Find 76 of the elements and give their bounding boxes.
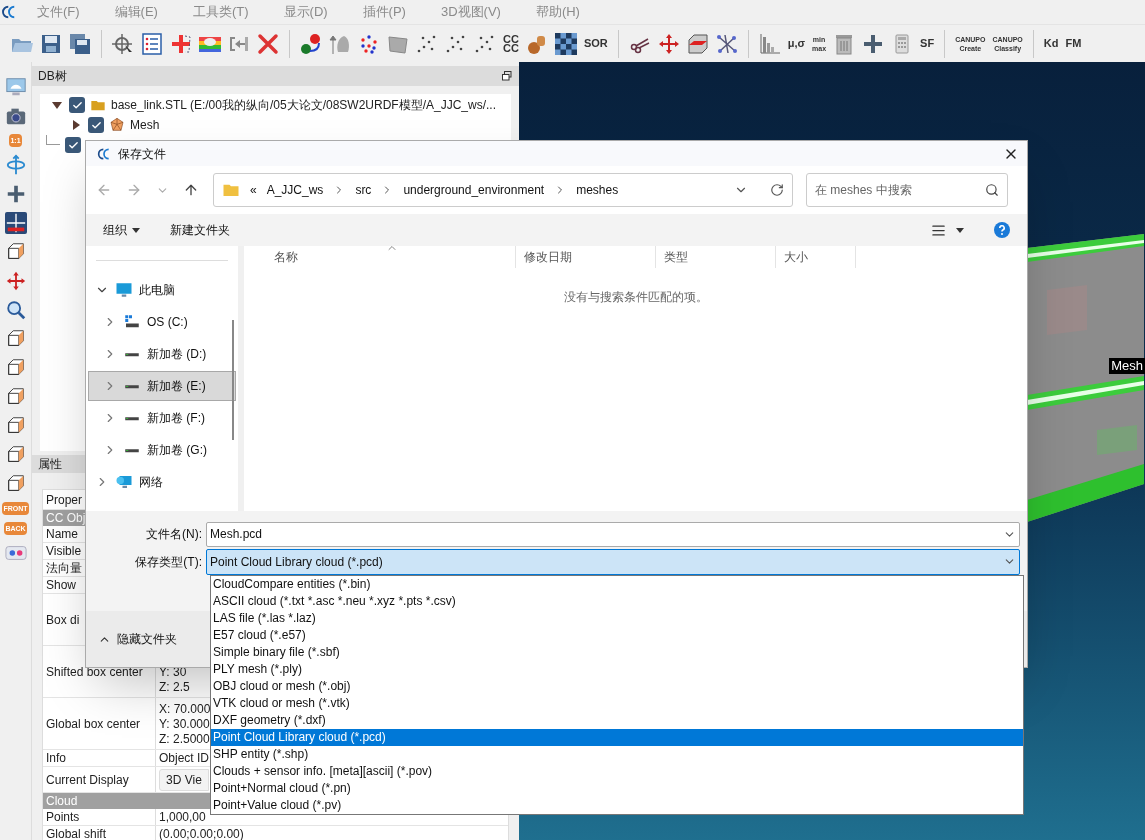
dropdown-option[interactable]: E57 cloud (*.e57) — [211, 627, 1023, 644]
column-header[interactable]: 名称 — [244, 246, 516, 268]
tree-item-label[interactable]: Mesh — [130, 116, 160, 134]
breadcrumb-item[interactable]: A_JJC_ws — [266, 181, 324, 199]
property-value: 1,000,00 — [159, 809, 206, 825]
property-value: Z: 2.5000 — [159, 732, 210, 747]
nav-item[interactable]: 网络 — [88, 467, 236, 497]
dropdown-option[interactable]: OBJ cloud or mesh (*.obj) — [211, 678, 1023, 695]
property-name: Global box center — [46, 715, 141, 733]
nav-item[interactable]: 新加卷 (F:) — [88, 403, 236, 433]
field-label: 保存类型(T): — [134, 553, 203, 571]
property-name: Info — [46, 750, 66, 767]
property-name: Show — [46, 577, 77, 594]
command-button[interactable]: 新建文件夹 — [170, 221, 230, 239]
file-name-field[interactable]: Mesh.pcd — [206, 521, 1020, 547]
nav-item[interactable]: 新加卷 (G:) — [88, 435, 236, 465]
breadcrumb-item[interactable]: src — [355, 181, 372, 199]
command-button[interactable]: 组织 — [103, 221, 140, 239]
object-label: Mesh — [1109, 358, 1145, 374]
property-name: Current Display — [46, 771, 129, 789]
property-name: Points — [46, 809, 80, 826]
dialog-title: 保存文件 — [118, 145, 166, 163]
property-name: Global shift — [46, 826, 107, 840]
section-label: Cloud — [45, 793, 78, 810]
nav-item[interactable]: OS (C:) — [88, 307, 236, 337]
property-name: Box di — [46, 611, 80, 629]
dropdown-option[interactable]: LAS file (*.las *.laz) — [211, 610, 1023, 627]
nav-item[interactable]: 新加卷 (E:) — [88, 371, 236, 401]
column-header[interactable]: 修改日期 — [516, 246, 656, 268]
display-select[interactable]: 3D Vie — [159, 768, 209, 791]
property-value: X: 70.000 — [159, 702, 211, 717]
toolbar-button[interactable]: CC CC — [502, 34, 520, 53]
property-name: Name — [46, 526, 78, 543]
dropdown-option[interactable]: Point Cloud Library cloud (*.pcd) — [211, 729, 1023, 746]
search-input[interactable]: 在 meshes 中搜索 — [815, 181, 985, 199]
panel-title: DB树 — [38, 68, 67, 85]
dropdown-option[interactable]: VTK cloud or mesh (*.vtk) — [211, 695, 1023, 712]
empty-message: 没有与搜索条件匹配的项。 — [562, 289, 709, 306]
section-label: CC Obj — [45, 510, 86, 527]
column-header[interactable]: 类型 — [656, 246, 776, 268]
property-name: Visible — [46, 543, 82, 560]
hide-folders-button[interactable]: 隐藏文件夹 — [98, 630, 177, 648]
property-value: Y: 30.000 — [159, 717, 210, 732]
column-header[interactable]: 大小 — [776, 246, 856, 268]
property-value: Object ID — [159, 750, 209, 766]
file-name-input[interactable]: Mesh.pcd — [210, 525, 1003, 543]
dropdown-option[interactable]: Point+Normal cloud (*.pn) — [211, 780, 1023, 797]
dropdown-option[interactable]: PLY mesh (*.ply) — [211, 661, 1023, 678]
toolbar-button[interactable]: FM — [1064, 39, 1083, 48]
toolbar-button[interactable]: SOR — [582, 39, 609, 48]
tree-item-label[interactable]: base_link.STL (E:/00我的纵向/05大论文/08SW2URDF模型/A_JJC_ws/... — [111, 96, 496, 114]
address-bar[interactable]: « A_JJC_ws src underground_environment meshes — [213, 173, 793, 207]
breadcrumb-separator: « — [250, 182, 257, 199]
property-value: Z: 2.5 — [159, 680, 190, 695]
nav-item[interactable]: 此电脑 — [88, 275, 236, 305]
nav-item[interactable]: 新加卷 (D:) — [88, 339, 236, 369]
toolbar-button[interactable]: SF — [919, 39, 936, 48]
dropdown-option[interactable]: DXF geometry (*.dxf) — [211, 712, 1023, 729]
toolbar-button[interactable]: μ,σ — [786, 39, 807, 48]
breadcrumb-item[interactable]: underground_environment — [403, 181, 545, 199]
field-label: 文件名(N): — [145, 526, 203, 543]
breadcrumb-item[interactable]: meshes — [576, 181, 619, 199]
dropdown-option[interactable]: ASCII cloud (*.txt *.asc *.neu *.xyz *.pts *.csv) — [211, 593, 1023, 610]
file-type-select[interactable]: Point Cloud Library cloud (*.pcd) — [206, 548, 1020, 575]
panel-title: 属性 — [38, 456, 62, 473]
property-name: Shifted box center — [46, 663, 143, 681]
search-field[interactable]: 在 meshes 中搜索 — [806, 173, 1008, 207]
dropdown-option[interactable]: CloudCompare entities (*.bin) — [211, 576, 1023, 593]
property-name: 法向量 — [46, 560, 82, 577]
property-value: (0.00;0.00;0.00) — [159, 826, 244, 840]
dropdown-option[interactable]: Simple binary file (*.sbf) — [211, 644, 1023, 661]
dropdown-option[interactable]: SHP entity (*.shp) — [211, 746, 1023, 763]
dropdown-option[interactable]: Point+Value cloud (*.pv) — [211, 797, 1023, 814]
property-name: Proper — [46, 491, 83, 509]
toolbar-button[interactable]: Kd — [1042, 39, 1060, 48]
dropdown-option[interactable]: Clouds + sensor info. [meta][ascii] (*.pov) — [211, 763, 1023, 780]
